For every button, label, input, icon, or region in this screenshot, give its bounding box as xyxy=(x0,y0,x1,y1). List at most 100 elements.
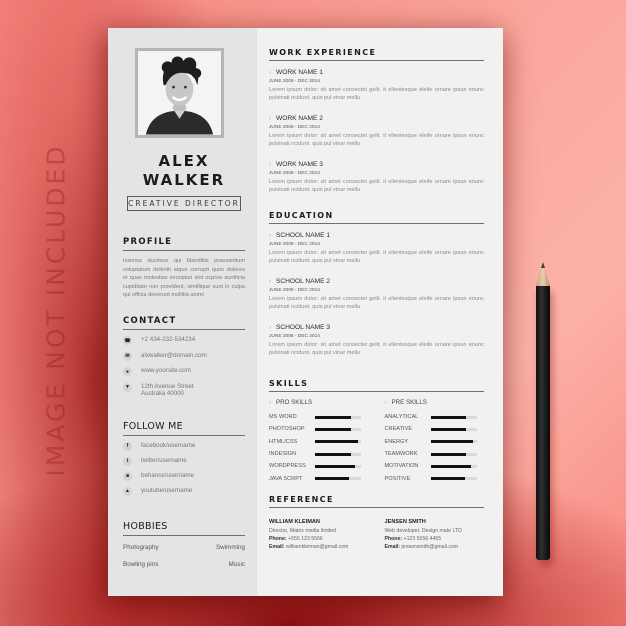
reference-card: WILLIAM KLEIMAN Director, Matrix media l… xyxy=(269,518,369,551)
skill-row: ANALYTICAL xyxy=(385,411,485,423)
skill-bar-track xyxy=(430,477,477,481)
follow-facebook: f facebook/username xyxy=(123,441,245,451)
address-text: 12th Avenue Street Australia 40000 xyxy=(141,383,194,397)
reference-email: Email: williamkleiman@gmail.com xyxy=(269,543,369,551)
skill-bar-fill xyxy=(430,477,465,481)
entry-name: WORK NAME 2 xyxy=(276,115,323,122)
skill-bar-fill xyxy=(315,477,350,481)
contact-heading: CONTACT xyxy=(123,316,245,330)
skill-bar-fill xyxy=(430,415,467,419)
chevron-right-icon: › xyxy=(269,69,271,76)
entry-description: Lorem ipsum dolor: sit amet consectet ge… xyxy=(269,342,484,356)
watermark-text: IMAGE NOT INCLUDED xyxy=(41,143,71,477)
phone-label: Phone: xyxy=(384,535,403,542)
chevron-right-icon: › xyxy=(269,399,271,406)
entry-description: Lorem ipsum dolor: sit amet consectet ge… xyxy=(269,87,484,101)
entry-name: SCHOOL NAME 2 xyxy=(276,278,330,285)
reference-heading: REFERENCE xyxy=(269,495,484,508)
email-text: alxwalker@domain.com xyxy=(141,351,207,359)
email-value: williamkleiman@gmail.com xyxy=(286,543,349,550)
skill-row: CREATIVE xyxy=(385,423,485,435)
skill-row: ENERGY xyxy=(385,436,485,448)
globe-icon: ● xyxy=(123,367,132,377)
entry-name: WORK NAME 3 xyxy=(276,161,323,168)
pro-skills-label: › PRO SKILLS xyxy=(269,399,369,406)
skill-row: PHOTOSHOP xyxy=(269,423,369,435)
email-label: Email: xyxy=(269,543,285,550)
skill-row: INDESIGN xyxy=(269,448,369,460)
skill-bar-track xyxy=(315,452,361,456)
skill-bar-track xyxy=(315,440,361,444)
entry-date: JUNE 2008 - DEC 2014 xyxy=(269,242,320,247)
skill-row: MOTIVATION xyxy=(385,460,485,472)
skill-bar-fill xyxy=(315,427,351,431)
pro-skills-title: PRO SKILLS xyxy=(276,399,313,406)
entry-description: Lorem ipsum dolor: sit amet consectet ge… xyxy=(269,133,484,147)
skill-row: WORDPRESS xyxy=(269,460,369,472)
twitter-text: twitter/username xyxy=(141,456,187,464)
facebook-text: facebook/username xyxy=(141,441,196,449)
chevron-right-icon: › xyxy=(269,324,271,331)
entry-date: JUNE 2008 - DEC 2014 xyxy=(269,171,320,176)
entry-title: › SCHOOL NAME 2 xyxy=(269,278,484,285)
skill-bar-fill xyxy=(430,440,474,444)
pencil-lead xyxy=(541,262,545,268)
follow-heading: FOLLOW ME xyxy=(123,421,245,436)
phone-value: +555 123 5566 xyxy=(288,535,323,542)
follow-behance: ■ behance/username xyxy=(123,471,245,481)
entry-description: Lorem ipsum dolor: sit amet consectet ge… xyxy=(269,296,484,310)
entry-name: WORK NAME 1 xyxy=(276,69,323,76)
location-pin-icon: ▼ xyxy=(123,382,132,392)
website-text: www.yoursite.com xyxy=(141,367,191,375)
skill-row: HTML/CSS xyxy=(269,436,369,448)
contact-phone: ☎ +2 434-232-534234 xyxy=(123,336,245,346)
work-heading: WORK EXPERIENCE xyxy=(269,48,484,61)
skill-name: INDESIGN xyxy=(269,451,297,458)
chevron-right-icon: › xyxy=(384,399,387,406)
skill-bar-track xyxy=(430,427,477,431)
contact-address: ▼ 12th Avenue Street Australia 40000 xyxy=(123,382,245,397)
hobbies-heading: HOBBIES xyxy=(123,521,245,536)
entry-title: › WORK NAME 3 xyxy=(269,161,484,168)
last-name: WALKER xyxy=(142,171,226,189)
address-line-1: 12th Avenue Street xyxy=(141,382,194,390)
resume-sidebar: ALEX WALKER CREATIVE DIRECTOR PROFILE Is… xyxy=(108,28,257,596)
email-value: jensonsmith@gmail.com xyxy=(401,543,459,550)
skill-bar-fill xyxy=(430,427,467,431)
skills-section: SKILLS › PRO SKILLS MS WORD PHOTOSHOP HTML… xyxy=(269,379,484,485)
chevron-right-icon: › xyxy=(269,115,271,122)
education-entry: › SCHOOL NAME 3 JUNE 2008 - DEC 2014 Lorem … xyxy=(269,324,484,357)
mail-icon: ✉ xyxy=(123,351,132,361)
follow-youtube: ▲ youtube/username xyxy=(123,486,245,496)
entry-title: › WORK NAME 2 xyxy=(269,115,484,122)
skill-bar-track xyxy=(430,440,477,444)
contact-email: ✉ alxwalker@domain.com xyxy=(123,351,245,361)
follow-twitter: t twitter/username xyxy=(123,456,245,466)
skill-bar-track xyxy=(315,477,361,481)
skill-bar-track xyxy=(430,415,477,419)
skill-bar-fill xyxy=(315,464,356,468)
chevron-right-icon: › xyxy=(269,278,271,285)
reference-phone: Phone: +555 123 5566 xyxy=(269,535,369,543)
chevron-right-icon: › xyxy=(269,232,271,239)
education-heading: EDUCATION xyxy=(269,211,484,224)
twitter-icon: t xyxy=(123,456,132,466)
reference-title: Director, Matrix media limited xyxy=(269,527,336,534)
resume-main: WORK EXPERIENCE › WORK NAME 1 JUNE 2008 - … xyxy=(257,28,503,596)
skills-heading: SKILLS xyxy=(269,379,484,392)
phone-label: Phone: xyxy=(269,535,287,542)
work-entry: › WORK NAME 1 JUNE 2008 - DEC 2014 Lorem ip… xyxy=(269,69,484,102)
entry-description: Lorem ipsum dolor: sit amet consectet ge… xyxy=(269,250,484,264)
entry-date: JUNE 2008 - DEC 2014 xyxy=(269,79,320,84)
phone-text: +2 434-232-534234 xyxy=(141,336,196,344)
pre-skills-label: › PRE SKILLS xyxy=(385,399,485,406)
profile-section: PROFILE Issimos ducimus qui blanditiis p… xyxy=(123,237,245,300)
reference-name: JENSEN SMITH xyxy=(384,518,426,525)
behance-icon: ■ xyxy=(123,471,132,481)
skill-name: TEAMWORK xyxy=(384,451,418,458)
phone-value: +123 5556 4455 xyxy=(403,535,442,542)
skill-name: CREATIVE xyxy=(384,426,413,433)
skill-bar-fill xyxy=(315,415,351,419)
reference-title: Web developer, Design mate LTD xyxy=(384,527,462,534)
hobby-item: Bowling pins xyxy=(123,560,159,568)
